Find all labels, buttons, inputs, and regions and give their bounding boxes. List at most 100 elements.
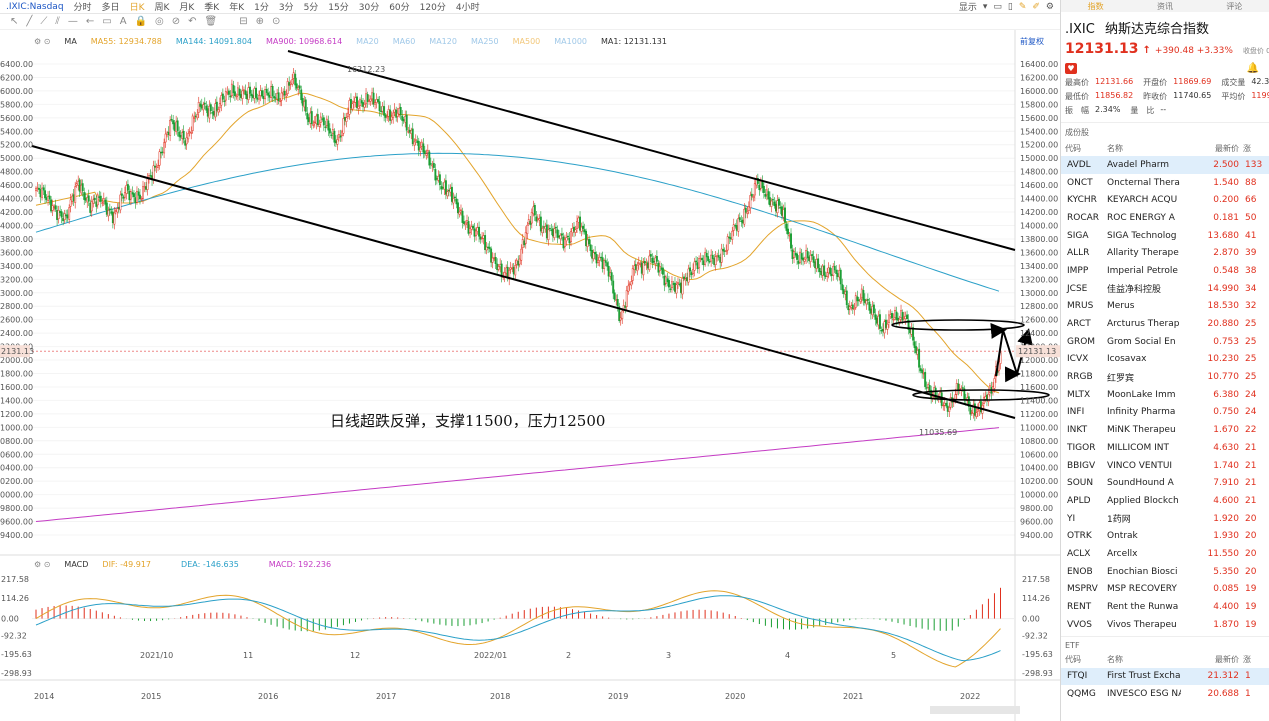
table-row[interactable]: AVDL Avadel Pharm 2.500 133 [1061,156,1269,174]
candle-body [53,206,56,208]
table-row[interactable]: QQMG INVESCO ESG NA 20.688 1 [1061,685,1269,703]
table-row[interactable]: OTRK Ontrak 1.930 20 [1061,527,1269,545]
period-0[interactable]: 分时 [74,0,92,13]
table-row[interactable]: INKT MiNK Therapeu 1.670 22 [1061,421,1269,439]
table-row[interactable]: ONCT Oncternal Thera 1.540 88 [1061,174,1269,192]
table-row[interactable]: JCSE 佳益净科控股 14.990 34 [1061,280,1269,298]
delete-icon[interactable]: 🗑 [205,16,218,27]
symbol-label[interactable]: .IXIC:Nasdaq [6,2,64,12]
period-4[interactable]: 月K [179,0,194,13]
table-row[interactable]: MRUS Merus 18.530 32 [1061,298,1269,316]
row-code: ENOB [1067,566,1093,577]
table-row[interactable]: ARCT Arcturus Therap 20.880 25 [1061,315,1269,333]
period-9[interactable]: 5分 [304,0,319,13]
column-header[interactable]: 涨 [1243,652,1269,668]
period-2[interactable]: 日K [130,0,145,13]
table-row[interactable]: KYCHR KEYARCH ACQU 0.200 66 [1061,191,1269,209]
panel-tab-1[interactable]: 资讯 [1130,1,1199,12]
hline-tool-icon[interactable]: — [68,16,78,27]
table-row[interactable]: FTQI First Trust Excha 21.312 1 [1061,667,1269,686]
table-row[interactable]: RENT Rent the Runwa 4.400 19 [1061,598,1269,616]
candle-body [535,216,538,222]
table-row[interactable]: TIGOR MILLICOM INT 4.630 21 [1061,439,1269,457]
panel-tab-2[interactable]: 评论 [1200,1,1269,12]
period-12[interactable]: 60分 [389,0,409,13]
period-13[interactable]: 120分 [420,0,446,13]
period-6[interactable]: 年K [229,0,244,13]
column-header[interactable]: 最新价 [1181,652,1243,668]
quote-time: 收盘价 05/27 16 [1242,47,1269,55]
candle-body [390,116,393,121]
candle-body [447,189,450,192]
period-1[interactable]: 多日 [102,0,120,13]
candle-body [256,97,259,100]
undo-icon[interactable]: ↶ [188,16,196,27]
link-icon[interactable]: ⊟ [239,16,247,27]
lock-icon[interactable]: 🔒 [135,16,147,27]
table-row[interactable]: ENOB Enochian Biosci 5.350 20 [1061,563,1269,581]
period-3[interactable]: 周K [154,0,169,13]
column-header[interactable]: 名称 [1107,140,1181,156]
table-row[interactable]: ICVX Icosavax 10.230 25 [1061,351,1269,369]
chevron-down-icon[interactable]: ▾ [983,2,988,12]
column-header[interactable]: 最新价 [1181,140,1243,156]
table-row[interactable]: GROM Grom Social En 0.753 25 [1061,333,1269,351]
candle-body [785,223,788,231]
candle-body [815,259,818,269]
arrow-tool-icon[interactable]: ← [86,16,94,27]
table-row[interactable]: SIGA SIGA Technolog 13.680 41 [1061,227,1269,245]
table-row[interactable]: ALLR Allarity Therape 2.870 39 [1061,244,1269,262]
settings-icon[interactable]: ⊕ [256,16,264,27]
expand-icon[interactable]: ▯ [1008,2,1013,12]
ray-tool-icon[interactable]: ⟋ [40,16,47,27]
candle-body [845,290,848,306]
period-7[interactable]: 1分 [254,0,269,13]
time-scrollbar[interactable] [930,706,1020,714]
table-row[interactable]: SOUN SoundHound A 7.910 21 [1061,474,1269,492]
rect-tool-icon[interactable]: ▭ [102,16,111,27]
table-row[interactable]: MSPRV MSP RECOVERY 0.085 19 [1061,581,1269,599]
column-header[interactable]: 代码 [1061,652,1107,668]
column-header[interactable]: 涨 [1243,140,1269,156]
candle-body [78,179,81,192]
pen-icon[interactable]: ✎ [1019,2,1027,12]
table-row[interactable]: RRGB 红罗宾 10.770 25 [1061,368,1269,386]
column-header[interactable]: 代码 [1061,140,1107,156]
table-row[interactable]: BBIGV VINCO VENTUI 1.740 21 [1061,457,1269,475]
candle-body [928,385,931,392]
magnet-icon[interactable]: ◎ [155,16,164,27]
layout-icon[interactable]: ▭ [993,2,1002,12]
eraser-icon[interactable]: ⊘ [172,16,180,27]
draw-icon[interactable]: ✐ [1032,2,1040,12]
panel-tab-0[interactable]: 指数 [1061,1,1130,12]
candle-body [404,116,407,123]
table-row[interactable]: MLTX MoonLake Imm 6.380 24 [1061,386,1269,404]
info-icon[interactable]: ⊙ [272,16,280,27]
table-row[interactable]: IMPP Imperial Petrole 0.548 38 [1061,262,1269,280]
candle-body [497,266,500,270]
candle-body [206,108,209,117]
period-8[interactable]: 3分 [279,0,294,13]
candle-body [129,191,132,200]
favorite-icon[interactable]: ♥ [1065,63,1077,74]
display-menu[interactable]: 显示 [959,0,977,13]
stat-value: 11740.65 [1173,91,1212,100]
text-tool-icon[interactable]: A [120,16,127,27]
table-row[interactable]: YI 1药网 1.920 20 [1061,510,1269,528]
cursor-icon[interactable]: ↖ [10,16,18,27]
period-11[interactable]: 30分 [359,0,379,13]
channel-tool-icon[interactable]: ⫽ [55,16,59,27]
price-chart[interactable]: 16400.00 6400.00 16200.00 6200.00 16000.00 60… [0,30,1060,721]
table-row[interactable]: ROCAR ROC ENERGY A 0.181 50 [1061,209,1269,227]
period-5[interactable]: 季K [204,0,219,13]
table-row[interactable]: VVOS Vivos Therapeu 1.870 19 [1061,616,1269,634]
gear-icon[interactable]: ⚙ [1046,2,1054,12]
table-row[interactable]: APLD Applied Blockch 4.600 21 [1061,492,1269,510]
table-row[interactable]: INFI Infinity Pharma 0.750 24 [1061,404,1269,422]
bell-icon[interactable]: 🔔 [1247,63,1259,74]
column-header[interactable]: 名称 [1107,652,1181,668]
period-14[interactable]: 4小时 [456,0,480,13]
line-tool-icon[interactable]: ╱ [26,16,32,27]
period-10[interactable]: 15分 [328,0,348,13]
table-row[interactable]: ACLX Arcellx 11.550 20 [1061,545,1269,563]
